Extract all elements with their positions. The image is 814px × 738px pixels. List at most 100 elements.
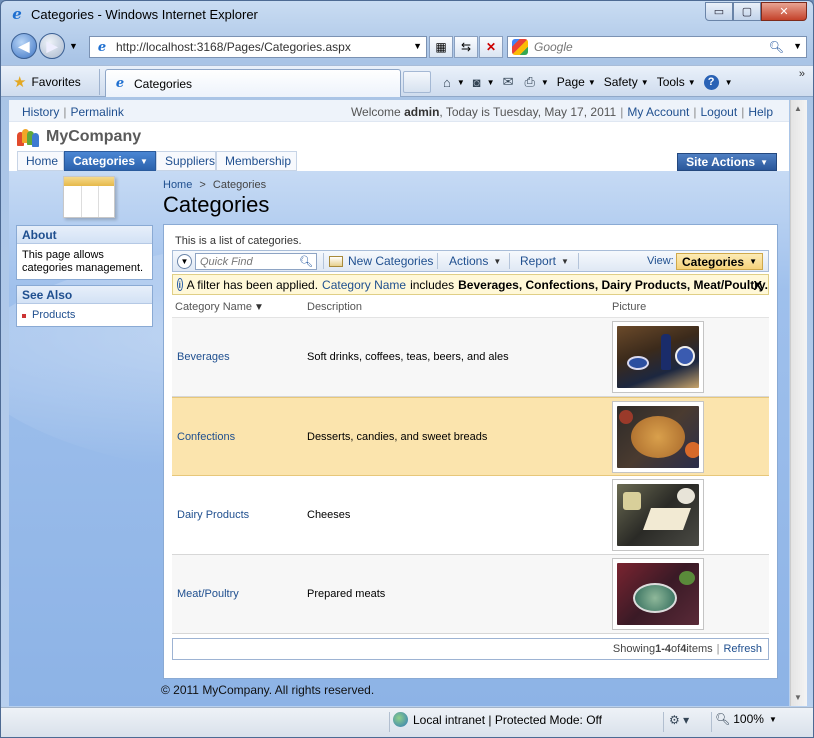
address-url[interactable]: http://localhost:3168/Pages/Categories.a… — [116, 40, 351, 54]
history-dropdown-icon[interactable]: ▼ — [69, 41, 78, 51]
view-selector[interactable]: Categories ▼ — [676, 253, 763, 270]
site-actions-button[interactable]: Site Actions ▼ — [677, 153, 777, 171]
view-selector-value: Categories — [682, 254, 745, 269]
scroll-up-icon[interactable]: ▲ — [794, 104, 802, 113]
see-also-list: Products — [17, 304, 152, 326]
logout-link[interactable]: Logout — [700, 105, 737, 119]
brand-logo[interactable]: MyCompany — [17, 127, 141, 147]
tools-menu[interactable]: Tools ▼ — [657, 75, 696, 89]
address-dropdown-icon[interactable]: ▼ — [413, 41, 422, 51]
divider — [389, 712, 390, 732]
actions-menu-button[interactable]: Actions ▼ — [449, 251, 501, 271]
help-link[interactable]: Help — [748, 105, 773, 119]
safety-menu[interactable]: Safety ▼ — [604, 75, 649, 89]
top-links-left: History | Permalink — [22, 105, 124, 119]
quick-find-input[interactable]: Quick Find 🔍︎ — [195, 253, 317, 270]
back-button[interactable]: ◀ — [11, 33, 37, 59]
back-arrow-icon: ◀ — [18, 37, 30, 54]
tab-title: Categories — [134, 76, 193, 91]
category-name-link[interactable]: Confections — [177, 431, 235, 443]
browser-tab[interactable]: e Categories — [105, 69, 401, 97]
action-bar: ▼ Quick Find 🔍︎ New Categories Actions ▼ — [172, 250, 769, 272]
chevron-down-icon[interactable]: ▼ — [457, 78, 465, 87]
table-row[interactable]: Meat/Poultry Prepared meats — [172, 555, 769, 634]
column-header-description[interactable]: Description — [307, 301, 362, 313]
category-name-link[interactable]: Meat/Poultry — [177, 588, 239, 600]
table-row[interactable]: Beverages Soft drinks, coffees, teas, be… — [172, 318, 769, 397]
read-mail-button[interactable]: ✉ — [503, 74, 517, 90]
google-icon — [512, 39, 528, 55]
category-name-link[interactable]: Beverages — [177, 351, 230, 363]
divider — [99, 69, 100, 95]
search-box[interactable]: Google 🔍︎ ▼ — [507, 36, 807, 58]
new-record-icon — [329, 255, 343, 267]
home-button[interactable]: ⌂ ▼ — [443, 75, 465, 90]
filter-field-link[interactable]: Category Name — [322, 278, 406, 292]
column-header-picture[interactable]: Picture — [612, 301, 646, 313]
favorites-button[interactable]: ★ Favorites — [13, 71, 81, 93]
permalink-link[interactable]: Permalink — [70, 105, 123, 119]
print-button[interactable]: ⎙ ▼ — [524, 74, 548, 90]
compatibility-view-button[interactable]: ▦ — [429, 36, 453, 58]
vertical-scrollbar[interactable]: ▲ ▼ — [790, 100, 807, 706]
breadcrumb-home[interactable]: Home — [163, 179, 192, 191]
chevron-down-icon: ▼ — [180, 257, 189, 266]
stop-button[interactable]: ✕ — [479, 36, 503, 58]
help-menu[interactable]: ? ▼ — [703, 74, 733, 90]
grid-header: Category Name ▼ Description Picture — [172, 297, 769, 318]
table-row[interactable]: Dairy Products Cheeses — [172, 476, 769, 555]
menu-suppliers[interactable]: Suppliers — [156, 151, 216, 171]
protected-mode-icon[interactable]: ⚙ ▾ — [669, 713, 689, 727]
zoom-control[interactable]: 🔍︎ 100% ▼ — [715, 712, 777, 726]
close-button[interactable]: ✕ — [761, 2, 807, 21]
chevron-down-icon: ▼ — [687, 77, 696, 87]
chevron-down-icon[interactable]: ▼ — [487, 78, 495, 87]
category-description: Desserts, candies, and sweet breads — [307, 431, 488, 443]
page-menu[interactable]: Page ▼ — [557, 75, 596, 89]
data-view-panel: This is a list of categories. ▼ Quick Fi… — [163, 224, 778, 679]
maximize-button[interactable]: ▢ — [733, 2, 761, 21]
refresh-link[interactable]: Refresh — [723, 643, 762, 655]
chevron-more-icon[interactable]: » — [799, 68, 805, 80]
report-menu-button[interactable]: Report ▼ — [520, 251, 569, 271]
category-description: Prepared meats — [307, 588, 386, 600]
history-link[interactable]: History — [22, 105, 59, 119]
search-dropdown-icon[interactable]: ▼ — [793, 41, 802, 51]
feeds-button[interactable]: ◙ ▼ — [473, 75, 495, 90]
minimize-button[interactable]: ▭ — [705, 2, 733, 21]
welcome-user: admin — [404, 105, 440, 119]
refresh-button[interactable]: ⇆ — [454, 36, 478, 58]
menu-categories[interactable]: Categories ▼ — [64, 151, 156, 171]
menu-home[interactable]: Home — [17, 151, 64, 171]
intranet-globe-icon — [393, 712, 408, 727]
rss-icon: ◙ — [472, 74, 481, 90]
filter-funnel-icon[interactable]: ▼ — [254, 302, 264, 313]
new-tab-button[interactable] — [403, 71, 431, 93]
category-name-link[interactable]: Dairy Products — [177, 509, 249, 521]
search-icon[interactable]: 🔍︎ — [299, 255, 313, 268]
search-icon[interactable]: 🔍︎ — [769, 40, 784, 54]
address-bar[interactable]: e http://localhost:3168/Pages/Categories… — [89, 36, 427, 58]
compatibility-icon: ▦ — [435, 40, 447, 54]
column-header-category-name[interactable]: Category Name ▼ — [175, 301, 264, 313]
table-row-selected[interactable]: Confections Desserts, candies, and sweet… — [172, 397, 769, 476]
category-picture — [612, 321, 704, 393]
quick-find-options-button[interactable]: ▼ — [177, 254, 192, 269]
about-text: This page allows categories management. — [22, 249, 144, 274]
security-zone[interactable]: Local intranet | Protected Mode: Off — [393, 712, 602, 727]
see-also-item-label: Products — [32, 309, 76, 321]
search-input[interactable]: Google — [534, 40, 573, 54]
meat-photo — [617, 563, 699, 625]
scroll-down-icon[interactable]: ▼ — [794, 693, 802, 702]
menu-membership[interactable]: Membership — [216, 151, 297, 171]
my-account-link[interactable]: My Account — [627, 105, 689, 119]
see-also-item-products[interactable]: Products — [22, 309, 147, 322]
new-categories-button[interactable]: New Categories — [329, 251, 433, 271]
forward-button[interactable]: ▶ — [39, 33, 65, 59]
chevron-down-icon[interactable]: ▼ — [541, 78, 549, 87]
clear-filter-button[interactable]: X — [753, 278, 762, 293]
security-zone-label: Local intranet | Protected Mode: Off — [413, 712, 602, 727]
command-bar: ★ Favorites e Categories ⌂ ▼ ◙ ▼ ✉ ⎙ ▼ Page… — [1, 65, 813, 97]
pager-items: items — [686, 643, 713, 655]
chevron-down-icon: ▼ — [768, 714, 777, 724]
